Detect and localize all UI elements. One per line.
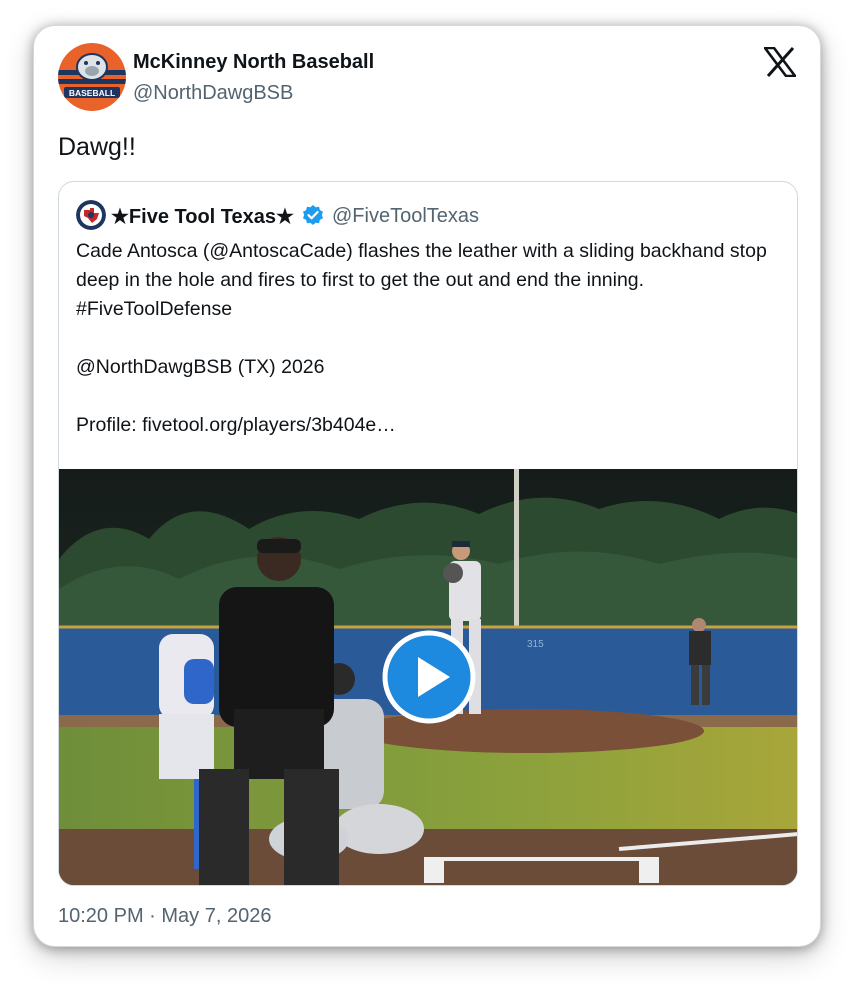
quoted-body-link[interactable]: Profile: fivetool.org/players/3b404e… (76, 411, 786, 440)
quoted-author-name[interactable]: ★Five Tool Texas★ (111, 204, 294, 229)
quoted-tweet[interactable]: ★Five Tool Texas★ @FiveToolTexas Cade An… (58, 181, 798, 886)
author-handle[interactable]: @NorthDawgBSB (133, 82, 293, 105)
svg-text:315: 315 (527, 639, 544, 650)
author-avatar[interactable]: BASEBALL (58, 43, 126, 111)
tweet-timestamp[interactable]: 10:20 PM · May 7, 2026 (58, 905, 271, 928)
play-button-icon[interactable] (382, 630, 476, 724)
tweet-card: BASEBALL McKinney North Baseball @NorthD… (33, 25, 821, 947)
svg-text:BASEBALL: BASEBALL (69, 88, 115, 98)
quoted-body: Cade Antosca (@AntoscaCade) flashes the … (76, 237, 786, 440)
quoted-body-line: Cade Antosca (@AntoscaCade) flashes the … (76, 240, 767, 320)
video-thumbnail[interactable]: 315 (59, 469, 797, 885)
quoted-author-handle[interactable]: @FiveToolTexas (332, 205, 479, 228)
author-name[interactable]: McKinney North Baseball (133, 51, 374, 74)
quoted-body-line: @NorthDawgBSB (TX) 2026 (76, 356, 325, 378)
x-logo-icon[interactable] (762, 46, 798, 78)
verified-badge-icon (302, 204, 324, 226)
quoted-avatar[interactable] (76, 200, 106, 230)
tweet-text: Dawg!! (58, 133, 136, 161)
